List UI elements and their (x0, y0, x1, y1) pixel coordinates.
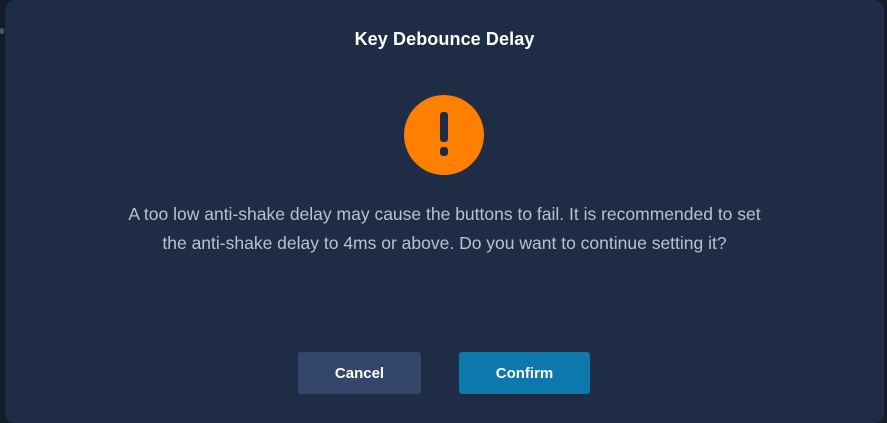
dialog-message: A too low anti-shake delay may cause the… (128, 204, 761, 253)
cancel-button[interactable]: Cancel (298, 352, 421, 394)
confirm-button[interactable]: Confirm (459, 352, 590, 394)
warning-exclamation-icon (404, 95, 484, 175)
debounce-delay-dialog: Key Debounce Delay A too low anti-shake … (5, 0, 884, 423)
background-fragment (0, 28, 4, 34)
dialog-title: Key Debounce Delay (354, 29, 535, 49)
